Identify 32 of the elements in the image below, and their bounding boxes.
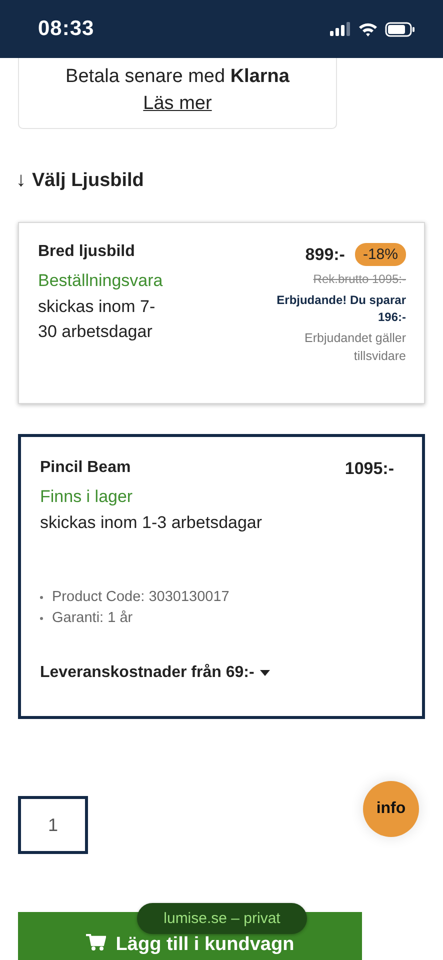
availability-text: Finns i lager bbox=[40, 487, 134, 507]
price: 899:- bbox=[305, 244, 345, 264]
caret-icon bbox=[260, 670, 270, 676]
detail-text: Garanti: 1 år bbox=[52, 610, 133, 626]
option-card[interactable]: Pincil Beam Finns i lager skickas inom 1-3 arbetsdagar 1095:- Product Code: 3030130017 Garanti: 1 år Leveranskostnader från 69:- bbox=[18, 434, 425, 719]
bullet-icon bbox=[40, 596, 43, 598]
section-heading: Välj Ljusbild bbox=[32, 170, 144, 192]
quantity-field[interactable]: 1 bbox=[18, 796, 88, 854]
price: 1095:- bbox=[344, 459, 394, 479]
signal-icon bbox=[329, 22, 351, 36]
down-arrow-icon: ↓ bbox=[16, 169, 26, 192]
battery-icon bbox=[385, 22, 415, 36]
availability-text: Beställningsvara bbox=[38, 271, 164, 291]
old-price: Rek.brutto 1095:- bbox=[313, 272, 406, 286]
shipping-dropdown[interactable]: Leveranskostnader från 69:- bbox=[40, 664, 270, 682]
delivery-text: skickas inom 7-30 arbetsdagar bbox=[38, 296, 156, 343]
product-name: Pincil Beam bbox=[40, 459, 132, 477]
klarna-text: Betala senare med Klarna bbox=[66, 66, 290, 88]
discount-badge: -18% bbox=[354, 243, 406, 266]
detail-text: Product Code: 3030130017 bbox=[52, 589, 230, 605]
read-more-link[interactable]: Läs mer bbox=[143, 93, 212, 115]
wifi-icon bbox=[358, 22, 378, 36]
product-name: Bred ljusbild bbox=[38, 243, 136, 261]
status-time: 08:33 bbox=[38, 17, 94, 41]
offer-note: Erbjudandet gäller tillsvidare bbox=[304, 330, 406, 365]
delivery-text: skickas inom 1-3 arbetsdagar bbox=[40, 512, 262, 534]
option-card[interactable]: Bred ljusbild Beställningsvara skickas inom 7-30 arbetsdagar 899:- -18% Rek.brutto 1095:- Erbjudande! Du sparar 196:- Erbjudandet gäller tillsvidare bbox=[18, 222, 425, 404]
offer-text: Erbjudande! Du sparar 196:- bbox=[276, 292, 406, 326]
cart-icon bbox=[86, 934, 106, 951]
info-button[interactable]: info bbox=[363, 781, 419, 837]
bullet-icon bbox=[40, 616, 43, 620]
browser-url-toast[interactable]: lumise.se – privat bbox=[137, 903, 307, 934]
